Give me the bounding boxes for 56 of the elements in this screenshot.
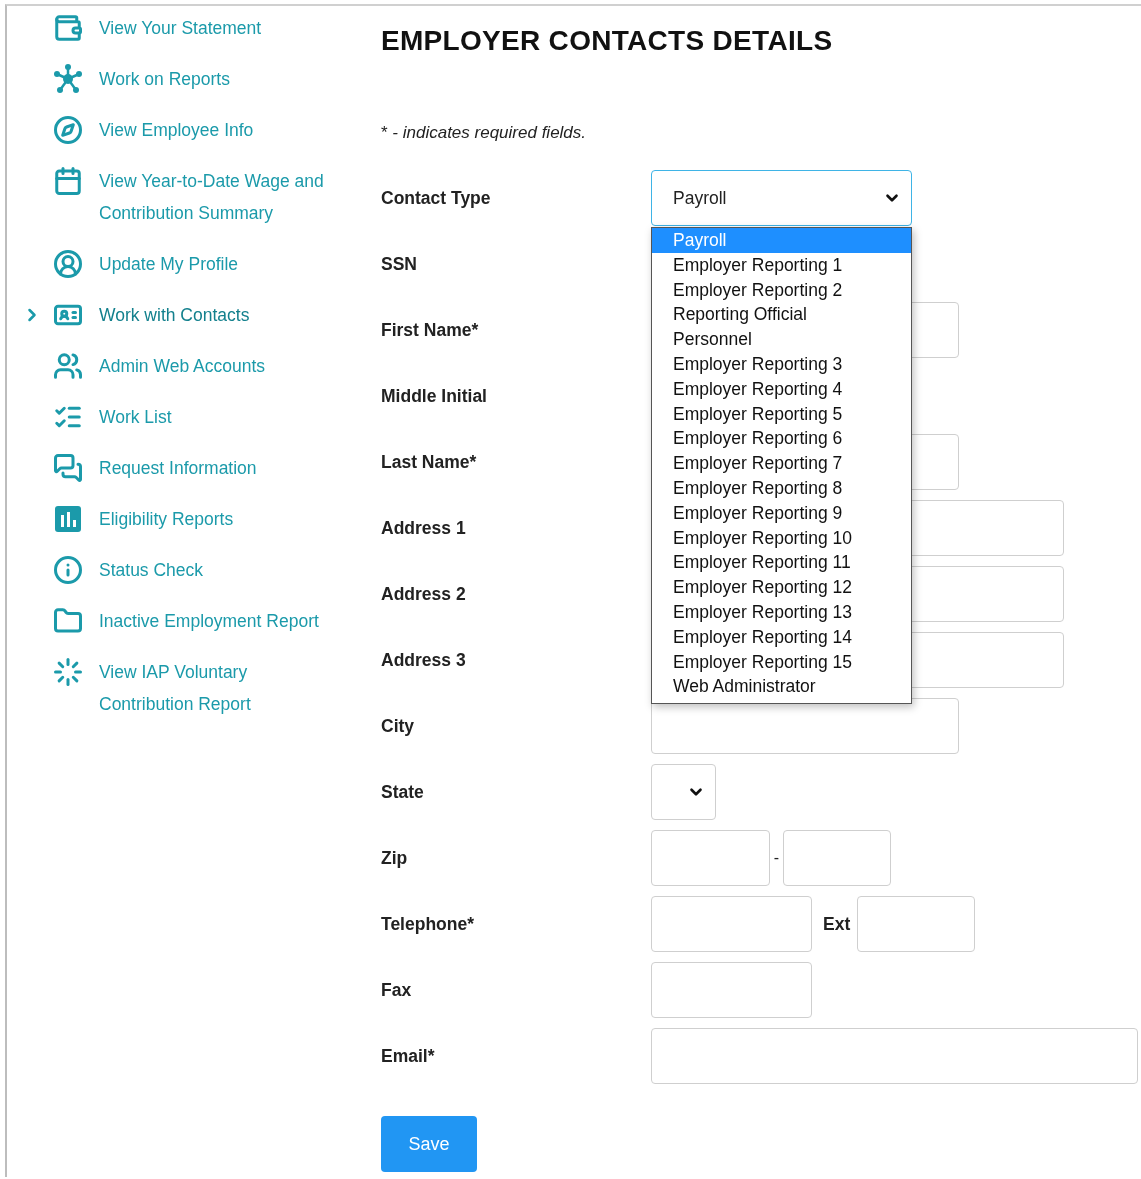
text-field[interactable] [651,962,812,1018]
calendar-icon [53,166,83,196]
dropdown-option[interactable]: Employer Reporting 6 [652,426,911,452]
dropdown-option[interactable]: Employer Reporting 5 [652,401,911,427]
field-label: State [381,781,424,802]
field-label: Middle Initial [381,385,487,406]
bar-chart-icon [54,505,82,533]
dropdown-option[interactable]: Employer Reporting 9 [652,500,911,526]
dropdown-option[interactable]: Employer Reporting 8 [652,475,911,501]
dropdown-option[interactable]: Employer Reporting 4 [652,376,911,402]
page-title: EMPLOYER CONTACTS DETAILS [381,24,833,58]
loader-icon [53,657,83,687]
dropdown-option[interactable]: Employer Reporting 7 [652,451,911,476]
field-label: Email* [381,1045,435,1066]
field-label: Zip [381,847,408,868]
dropdown-option[interactable]: Employer Reporting 13 [652,599,911,625]
field-label: City [381,715,415,736]
field-label: Contact Type [381,187,491,208]
wallet-icon [53,13,83,43]
sidebar-link[interactable]: Work with Contacts [22,299,250,331]
dropdown-option[interactable]: Web Administrator [652,674,911,700]
field-label: Address 1 [381,517,466,538]
dropdown-option[interactable]: Employer Reporting 2 [652,277,911,303]
dropdown-option[interactable]: Employer Reporting 15 [652,649,911,675]
profile-icon [53,249,83,279]
field-label: Address 2 [381,583,466,604]
chat-icon [53,453,83,483]
compass-icon [53,115,83,145]
dropdown-option[interactable]: Employer Reporting 11 [652,550,911,576]
state-select[interactable] [651,764,716,820]
separator-text: - [772,849,781,867]
folder-icon [53,606,83,636]
dropdown-option[interactable]: Employer Reporting 10 [652,525,911,551]
field-label: Fax [381,979,412,1000]
info-icon [53,555,83,585]
text-field[interactable] [651,830,770,886]
dropdown-option[interactable]: Employer Reporting 1 [652,252,911,278]
field-label: Address 3 [381,649,466,670]
required-note: *- indicates required fields. [381,122,587,144]
dropdown-option[interactable]: Employer Reporting 14 [652,624,911,650]
contact-type-select[interactable]: Payroll [651,170,912,226]
text-field[interactable] [651,698,959,754]
field-label: SSN [381,253,417,274]
text-field[interactable] [783,830,891,886]
dropdown-option[interactable]: Employer Reporting 3 [652,352,911,377]
ext-label: Ext [823,913,851,935]
network-icon [52,63,84,95]
text-field[interactable] [857,896,976,952]
field-label: First Name* [381,319,479,340]
dropdown-option[interactable]: Reporting Official Personnel [652,302,911,352]
users-icon [53,351,83,381]
text-field[interactable] [651,1028,1138,1084]
field-label: Telephone* [381,913,475,934]
field-label: Last Name* [381,451,477,472]
text-field[interactable] [651,896,812,952]
dropdown-option[interactable]: Employer Reporting 12 [652,575,911,600]
